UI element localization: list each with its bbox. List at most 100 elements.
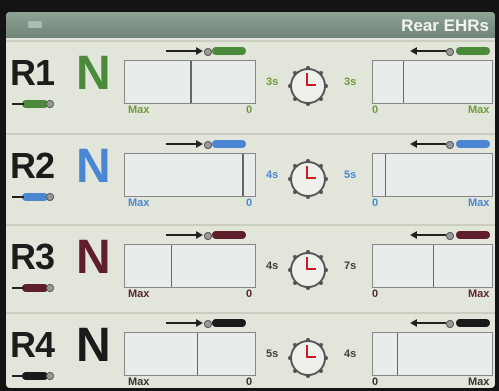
- ehr-left-flow-gauge[interactable]: [124, 153, 256, 197]
- ehr-right-flow-level: [384, 154, 387, 196]
- dial-tick: [324, 268, 328, 272]
- ehr-retract-cylinder-icon: [456, 231, 490, 239]
- right-max-label: Max: [468, 376, 490, 388]
- ehr-extend-cylinder-icon: [212, 319, 246, 327]
- extend-arrow-icon: [196, 140, 203, 148]
- extend-arrow-icon: [196, 47, 203, 55]
- dial-tick: [293, 96, 298, 101]
- ehr-id-label: R2: [10, 145, 55, 186]
- ehr-id-label: R1: [10, 52, 55, 93]
- ehr-row-r4[interactable]: R4 N 5s 4s Max 0 0 Max: [6, 312, 495, 388]
- ehr-retract-end: [446, 48, 454, 56]
- right-timer-value[interactable]: 4s: [344, 348, 356, 360]
- retract-arrow-line: [416, 234, 446, 236]
- left-max-label: Max: [128, 104, 150, 116]
- extend-arrow-icon: [196, 231, 203, 239]
- ehr-retract-cylinder-icon: [456, 47, 490, 55]
- timer-dial-icon[interactable]: [288, 338, 328, 378]
- dial-tick: [324, 84, 328, 88]
- retract-arrow-line: [416, 50, 446, 52]
- ehr-extend-end: [204, 320, 212, 328]
- ehr-cylinder-rod: [12, 375, 24, 377]
- left-timer-value[interactable]: 5s: [266, 348, 278, 360]
- right-max-label: Max: [468, 288, 490, 300]
- ehr-extend-end: [204, 141, 212, 149]
- right-timer-value[interactable]: 3s: [344, 76, 356, 88]
- ehr-retract-end: [446, 320, 454, 328]
- ehr-cylinder-icon: [22, 100, 48, 108]
- ehr-cylinder-rod: [12, 287, 24, 289]
- timer-dial-icon[interactable]: [288, 250, 328, 290]
- dial-tick: [293, 255, 298, 260]
- ehr-right-flow-gauge[interactable]: [372, 332, 493, 376]
- dial-tick: [293, 343, 298, 348]
- left-timer-value[interactable]: 4s: [266, 169, 278, 181]
- left-max-label: Max: [128, 197, 150, 209]
- retract-arrow-line: [416, 143, 446, 145]
- right-zero-label: 0: [372, 104, 379, 116]
- ehr-cylinder-end: [46, 372, 54, 380]
- dial-tick: [324, 356, 328, 360]
- ehr-extend-cylinder-icon: [212, 47, 246, 55]
- dial-tick: [318, 164, 323, 169]
- ehr-left-flow-gauge[interactable]: [124, 244, 256, 288]
- ehr-right-flow-level: [396, 333, 399, 375]
- right-zero-label: 0: [372, 376, 379, 388]
- ehr-cylinder-icon: [22, 284, 48, 292]
- left-timer-value[interactable]: 4s: [266, 260, 278, 272]
- extend-arrow-line: [166, 143, 198, 145]
- ehr-mode-indicator: N: [76, 319, 111, 372]
- ehr-cylinder-rod: [12, 196, 24, 198]
- menu-icon[interactable]: [28, 21, 42, 28]
- ehr-cylinder-end: [46, 193, 54, 201]
- dial-tick: [318, 280, 323, 285]
- right-zero-label: 0: [372, 288, 379, 300]
- ehr-left-flow-level: [190, 61, 192, 103]
- retract-arrow-line: [416, 322, 446, 324]
- dial-tick: [293, 189, 298, 194]
- timer-dial-icon[interactable]: [288, 159, 328, 199]
- left-timer-value[interactable]: 3s: [266, 76, 278, 88]
- dial-tick: [318, 71, 323, 76]
- extend-arrow-line: [166, 322, 198, 324]
- extend-arrow-line: [166, 50, 198, 52]
- ehr-right-flow-gauge[interactable]: [372, 244, 493, 288]
- right-timer-value[interactable]: 5s: [344, 169, 356, 181]
- ehr-mode-indicator: N: [76, 231, 111, 284]
- dial-tick: [306, 250, 310, 254]
- dial-tick: [318, 368, 323, 373]
- ehr-row-r1[interactable]: R1 N 3s 3s Max 0 0 Max: [6, 40, 495, 126]
- ehr-left-flow-level: [196, 333, 198, 375]
- left-max-label: Max: [128, 288, 150, 300]
- ehr-row-r2[interactable]: R2 N 4s 5s Max 0 0 Max: [6, 133, 495, 219]
- timer-dial-icon[interactable]: [288, 66, 328, 106]
- right-max-label: Max: [468, 197, 490, 209]
- ehr-mode-indicator: N: [76, 47, 111, 100]
- ehr-cylinder-rod: [12, 103, 24, 105]
- ehr-cylinder-end: [46, 100, 54, 108]
- right-timer-value[interactable]: 7s: [344, 260, 356, 272]
- ehr-right-flow-gauge[interactable]: [372, 60, 493, 104]
- ehr-left-flow-level: [242, 154, 244, 196]
- dial-tick: [288, 268, 292, 272]
- dial-tick: [306, 102, 310, 106]
- ehr-cylinder-end: [46, 284, 54, 292]
- ehr-left-flow-gauge[interactable]: [124, 332, 256, 376]
- dial-tick: [324, 177, 328, 181]
- ehr-left-flow-gauge[interactable]: [124, 60, 256, 104]
- ehr-right-flow-gauge[interactable]: [372, 153, 493, 197]
- ehr-id-label: R3: [10, 236, 55, 277]
- ehr-id-label: R4: [10, 324, 55, 365]
- dial-tick: [306, 286, 310, 290]
- ehr-extend-cylinder-icon: [212, 231, 246, 239]
- ehr-mode-indicator: N: [76, 140, 111, 193]
- left-zero-label: 0: [246, 197, 253, 209]
- page-title: Rear EHRs: [401, 16, 489, 35]
- ehr-retract-end: [446, 232, 454, 240]
- ehr-row-r3[interactable]: R3 N 4s 7s Max 0 0 Max: [6, 224, 495, 310]
- ehr-retract-end: [446, 141, 454, 149]
- dial-tick: [293, 71, 298, 76]
- ehr-retract-cylinder-icon: [456, 319, 490, 327]
- ehr-extend-cylinder-icon: [212, 140, 246, 148]
- ehr-cylinder-icon: [22, 193, 48, 201]
